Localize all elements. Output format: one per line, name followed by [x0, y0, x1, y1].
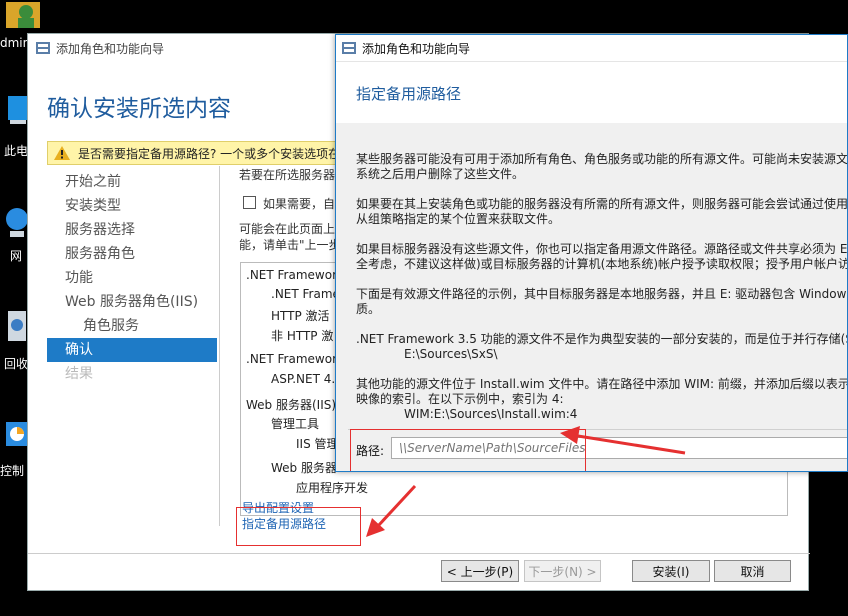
- warning-icon: [54, 146, 70, 160]
- list-item: 管理工具: [271, 417, 320, 431]
- nav-item-install-type[interactable]: 安装类型: [47, 194, 217, 218]
- para-6-line-1: 其他功能的源文件位于 Install.wim 文件中。请在路径中添加 WIM: …: [356, 377, 848, 391]
- para-1-line-1: 某些服务器可能没有可用于添加所有角色、角色服务或功能的所有源文件。可能尚未安装源…: [356, 152, 848, 166]
- dialog-title: 添加角色和功能向导: [362, 41, 471, 56]
- content-note-line1: 可能会在此页面上: [239, 222, 336, 236]
- user-folder-icon[interactable]: [4, 0, 42, 30]
- nav-item-confirmation[interactable]: 确认: [47, 338, 217, 362]
- list-item: 应用程序开发: [296, 481, 369, 495]
- nav-item-web-server-role[interactable]: Web 服务器角色(IIS): [47, 290, 217, 314]
- list-item: Web 服务器: [271, 461, 337, 475]
- warning-bar[interactable]: 是否需要指定备用源路径? 一个或多个安装选项在: [47, 141, 337, 165]
- list-item: Web 服务器(IIS): [246, 398, 337, 412]
- content-note-line2: 能，请单击"上一步: [239, 238, 341, 252]
- cancel-button[interactable]: 取消: [714, 560, 791, 582]
- wizard-title: 添加角色和功能向导: [56, 41, 165, 56]
- dialog-body: 指定备用源路径 某些服务器可能没有可用于添加所有角色、角色服务或功能的所有源文件…: [336, 63, 848, 471]
- alt-source-dialog: 添加角色和功能向导 指定备用源路径 某些服务器可能没有可用于添加所有角色、角色服…: [335, 34, 848, 472]
- desktop-label-control: 控制: [0, 464, 25, 478]
- nav-item-results: 结果: [65, 366, 93, 382]
- para-6-line-3: WIM:E:\Sources\Install.wim:4: [404, 407, 578, 421]
- nav-item-before-you-begin[interactable]: 开始之前: [47, 170, 217, 194]
- nav-item-server-selection[interactable]: 服务器选择: [47, 218, 217, 242]
- list-item: 非 HTTP 激: [271, 329, 334, 343]
- para-1-line-2: 系统之后用户删除了这些文件。: [356, 167, 525, 181]
- dialog-header: 指定备用源路径: [336, 63, 847, 123]
- desktop-label-admin: dmin: [0, 36, 31, 50]
- wizard-heading: 确认安装所选内容: [47, 96, 231, 122]
- desktop-label-pc: 此电: [4, 144, 29, 158]
- list-item: .NET Framework: [246, 268, 344, 282]
- nav-item-features[interactable]: 功能: [47, 266, 217, 290]
- para-3-line-2: 全考虑，不建议这样做)或目标服务器的计算机(本地系统)帐户授予读取权限；授予用户…: [356, 257, 848, 271]
- annotation-box-link: [236, 507, 361, 546]
- para-4-line-1: 下面是有效源文件路径的示例，其中目标服务器是本地服务器，并且 E: 驱动器包含 …: [356, 287, 848, 301]
- list-item: HTTP 激活: [271, 309, 330, 323]
- para-2-line-2: 从组策略指定的某个位置来获取文件。: [356, 212, 561, 226]
- wizard-nav: 开始之前 安装类型 服务器选择 服务器角色 功能 Web 服务器角色(IIS) …: [47, 170, 217, 386]
- dialog-titlebar: 添加角色和功能向导: [336, 35, 847, 62]
- para-5-line-1: .NET Framework 3.5 功能的源文件不是作为典型安装的一部分安装的…: [356, 332, 848, 346]
- para-5-line-2: E:\Sources\SxS\: [404, 347, 498, 361]
- nav-item-server-roles[interactable]: 服务器角色: [47, 242, 217, 266]
- dialog-heading: 指定备用源路径: [356, 85, 462, 103]
- annotation-box-path: [350, 429, 586, 471]
- nav-divider: [219, 166, 220, 526]
- next-button: 下一步(N) >: [524, 560, 601, 582]
- para-4-line-2: 质。: [356, 302, 381, 316]
- list-item: ASP.NET 4.: [271, 372, 336, 386]
- prev-button[interactable]: < 上一步(P): [441, 560, 519, 582]
- list-item: IIS 管理: [296, 437, 339, 451]
- content-intro: 若要在所选服务器: [239, 168, 336, 182]
- desktop-label-network: 网: [10, 249, 23, 263]
- wizard-app-icon: [36, 42, 50, 54]
- para-6-line-2: 映像的索引。在以下示例中，索引为 4:: [356, 392, 564, 406]
- install-button[interactable]: 安装(I): [632, 560, 710, 582]
- para-2-line-1: 如果要在其上安装角色或功能的服务器没有所需的所有源文件，则服务器可能会尝试通过使…: [356, 197, 848, 211]
- footer-divider: [28, 553, 810, 554]
- para-3-line-1: 如果目标服务器没有这些源文件，你也可以指定备用源文件路径。源路径或文件共享必须为…: [356, 242, 848, 256]
- nav-item-role-services[interactable]: 角色服务: [47, 314, 217, 338]
- dialog-app-icon: [342, 42, 356, 54]
- list-item: .NET Framework: [246, 352, 344, 366]
- warning-text: 是否需要指定备用源路径? 一个或多个安装选项在: [78, 146, 337, 161]
- restart-checkbox[interactable]: [243, 196, 256, 209]
- desktop-label-recycle: 回收: [4, 357, 29, 371]
- restart-checkbox-label: 如果需要，自: [263, 197, 336, 211]
- list-item: .NET Frame: [271, 287, 340, 301]
